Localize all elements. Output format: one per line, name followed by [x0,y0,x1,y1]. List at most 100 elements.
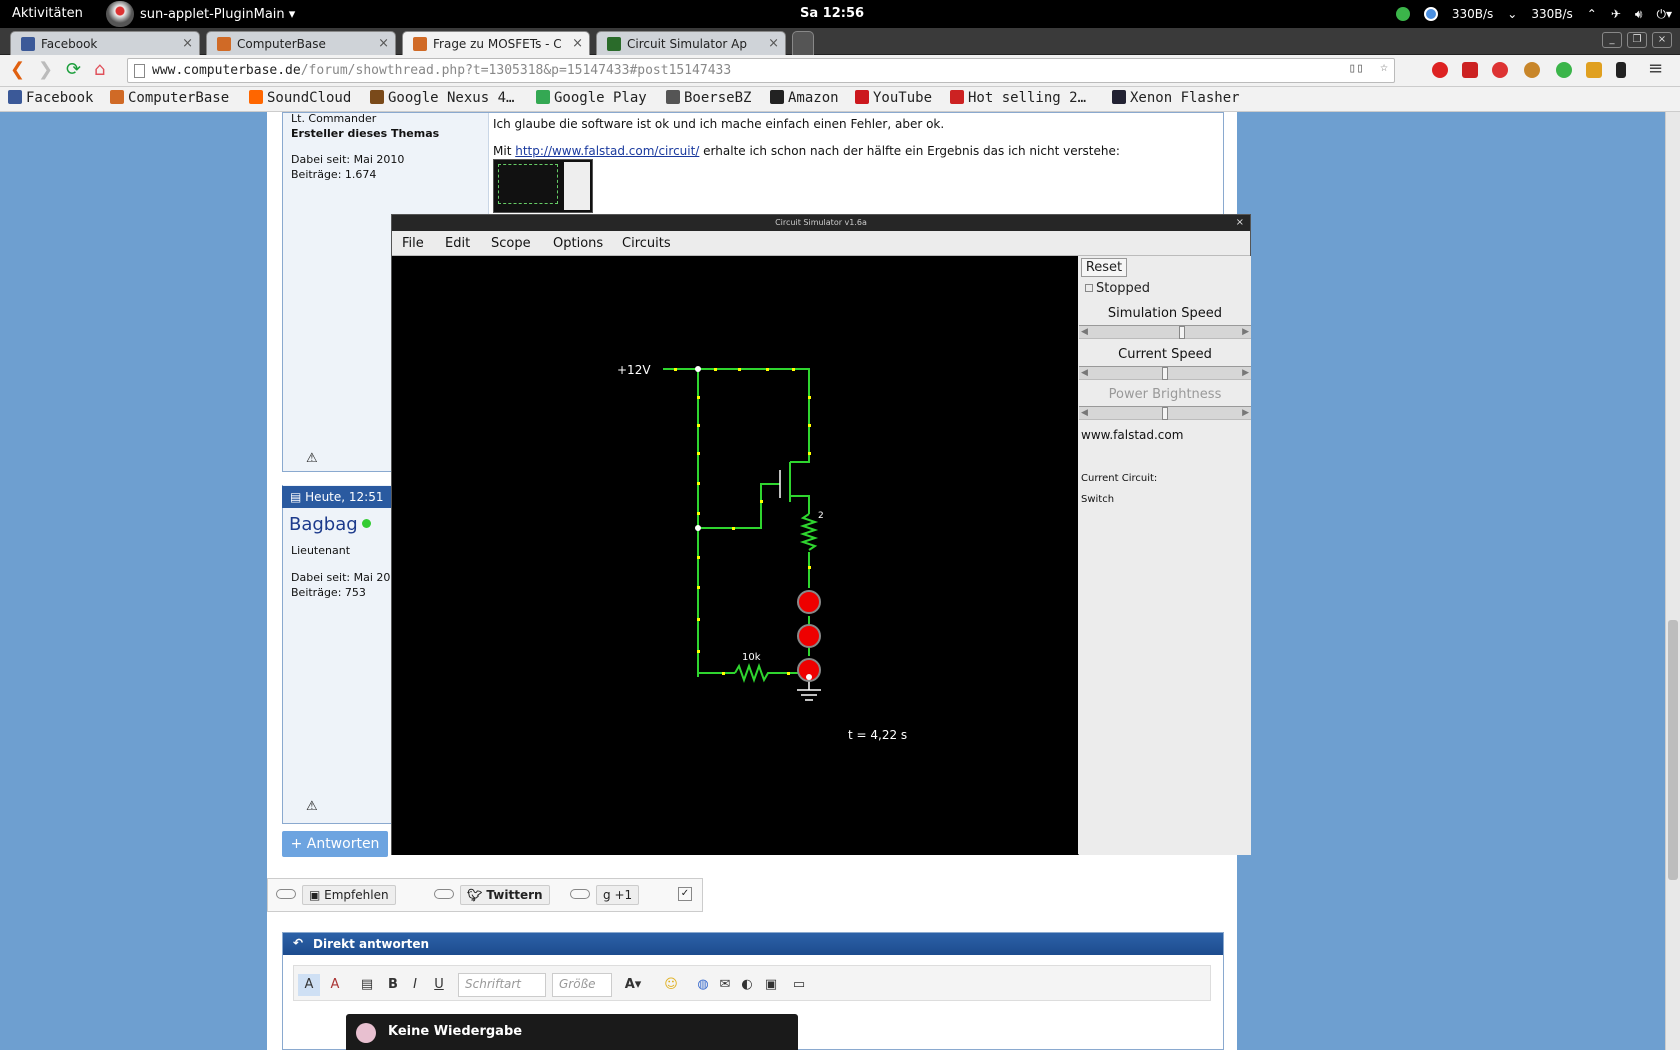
tab-circuit-simulator[interactable]: Circuit Simulator Ap × [596,31,786,55]
close-tab-icon[interactable]: × [378,36,389,51]
circuit-canvas[interactable]: +12V 2 10k t = 4,22 s [392,256,1078,855]
minimize-icon[interactable]: _ [1602,32,1622,48]
page-scrollbar[interactable] [1665,112,1680,1050]
extension-red-icon[interactable] [1462,62,1478,78]
font-family-select[interactable]: Schriftart [458,973,546,997]
bookmark-computerbase[interactable]: ComputerBase [110,90,229,106]
app-menu[interactable]: sun-applet-PluginMain ▾ [106,0,295,28]
reset-button[interactable]: Reset [1081,258,1127,277]
format-text-icon[interactable]: A [298,974,320,996]
tab-facebook[interactable]: Facebook × [10,31,200,55]
arrow-left-icon[interactable]: ◀ [1081,368,1088,378]
stopped-checkbox[interactable] [1085,284,1093,292]
twitter-share-button[interactable]: 🐦︎ Twittern [460,885,550,905]
email-icon[interactable]: ✉ [714,974,736,996]
hangouts-extension-icon[interactable] [1556,62,1572,78]
bold-button[interactable]: B [382,974,404,996]
toggle-switch[interactable] [434,889,454,899]
paste-icon[interactable]: ▤ [356,974,378,996]
falstad-link[interactable]: http://www.falstad.com/circuit/ [515,144,699,158]
reload-icon[interactable]: ⟳ [66,59,81,80]
clock[interactable]: Sa 12:56 [800,6,864,21]
remove-format-icon[interactable]: A [324,974,346,996]
smiley-icon[interactable]: ☺ [660,974,682,996]
extension-phone-icon[interactable] [1616,62,1626,78]
extension-gear-icon[interactable] [1492,62,1508,78]
simulator-titlebar[interactable]: Circuit Simulator v1.6a × [392,215,1250,231]
media-icon[interactable]: ▣ [760,974,782,996]
menu-icon[interactable]: ≡ [1648,58,1663,79]
bookmark-star-icon[interactable]: ☆ [1380,60,1388,75]
facebook-share-button[interactable]: ▣ Empfehlen [302,885,396,905]
power-icon[interactable]: ⏻▾ [1656,7,1672,22]
extension-bowl-icon[interactable] [1586,62,1602,78]
simulation-speed-slider[interactable]: ◀ ▶ [1079,325,1251,339]
slider-knob[interactable] [1162,407,1168,420]
slider-knob[interactable] [1162,367,1168,380]
link-icon[interactable]: ◍ [692,974,714,996]
scrollbar-thumb[interactable] [1668,620,1678,880]
quote-icon[interactable]: ▭ [788,974,810,996]
close-tab-icon[interactable]: × [182,36,193,51]
menu-scope[interactable]: Scope [491,236,531,251]
circuit-thumbnail-image[interactable] [493,159,593,213]
forward-icon[interactable]: ❯ [38,59,53,80]
bookmark-boersebz[interactable]: BoerseBZ [666,90,751,106]
menu-options[interactable]: Options [553,236,603,251]
bookmark-amazon[interactable]: Amazon [770,90,839,106]
tab-computerbase[interactable]: ComputerBase × [206,31,396,55]
airplane-icon[interactable]: ✈ [1611,7,1621,21]
tab-frage-mosfets[interactable]: Frage zu MOSFETs - C × [402,31,590,55]
current-speed-slider[interactable]: ◀ ▶ [1079,366,1251,380]
image-icon[interactable]: ◐ [736,974,758,996]
close-tab-icon[interactable]: × [572,36,583,51]
bookmark-facebook[interactable]: Facebook [8,90,93,106]
computerbase-icon [110,90,124,104]
toggle-switch[interactable] [570,889,590,899]
current-dot [787,672,790,675]
chrome-icon[interactable] [1423,7,1438,21]
arrow-left-icon[interactable]: ◀ [1081,408,1088,418]
google-plus-button[interactable]: g +1 [596,885,640,905]
new-tab-button[interactable] [792,31,814,55]
bookmark-youtube[interactable]: YouTube [855,90,932,106]
activities-button[interactable]: Aktivitäten [12,6,83,21]
slider-knob[interactable] [1179,326,1186,339]
adblock-icon[interactable] [1432,62,1448,78]
back-icon[interactable]: ❮ [10,59,25,80]
reader-icon[interactable]: ▯▯ [1348,61,1364,76]
username-link[interactable]: Bagbag [289,514,371,535]
menu-circuits[interactable]: Circuits [622,236,671,251]
power-brightness-slider[interactable]: ◀ ▶ [1079,406,1251,420]
close-tab-icon[interactable]: × [768,36,779,51]
bookmark-google-play[interactable]: Google Play [536,90,647,106]
font-color-icon[interactable]: A▾ [622,974,644,996]
volume-icon[interactable]: 🔊︎ [1635,7,1643,22]
italic-button[interactable]: I [404,974,426,996]
menu-file[interactable]: File [402,236,424,251]
media-notification[interactable]: Keine Wiedergabe [346,1014,798,1050]
bookmark-hot-selling[interactable]: Hot selling 2… [950,90,1086,106]
bookmark-soundcloud[interactable]: SoundCloud [249,90,351,106]
restore-icon[interactable]: ❐ [1627,32,1647,48]
home-icon[interactable]: ⌂ [94,59,105,80]
bookmark-xenon-flasher[interactable]: Xenon Flasher [1112,90,1240,106]
toggle-switch[interactable] [276,889,296,899]
report-warning-icon[interactable]: ⚠ [306,799,318,814]
report-warning-icon[interactable]: ⚠ [306,451,318,466]
arrow-left-icon[interactable]: ◀ [1081,327,1088,337]
close-window-icon[interactable]: × [1652,32,1672,48]
reply-button[interactable]: + Antworten [282,831,388,857]
settings-check-icon[interactable]: ✓ [678,887,692,901]
cookie-icon[interactable] [1524,62,1540,78]
close-icon[interactable]: × [1236,215,1244,231]
hangouts-icon[interactable] [1395,7,1410,21]
font-size-select[interactable]: Größe [552,973,612,997]
address-bar[interactable]: www.computerbase.de/forum/showthread.php… [127,58,1395,83]
underline-button[interactable]: U [428,974,450,996]
bookmark-google-nexus[interactable]: Google Nexus 4… [370,90,514,106]
menu-edit[interactable]: Edit [445,236,470,251]
arrow-right-icon[interactable]: ▶ [1242,408,1249,418]
arrow-right-icon[interactable]: ▶ [1242,368,1249,378]
arrow-right-icon[interactable]: ▶ [1242,327,1249,337]
